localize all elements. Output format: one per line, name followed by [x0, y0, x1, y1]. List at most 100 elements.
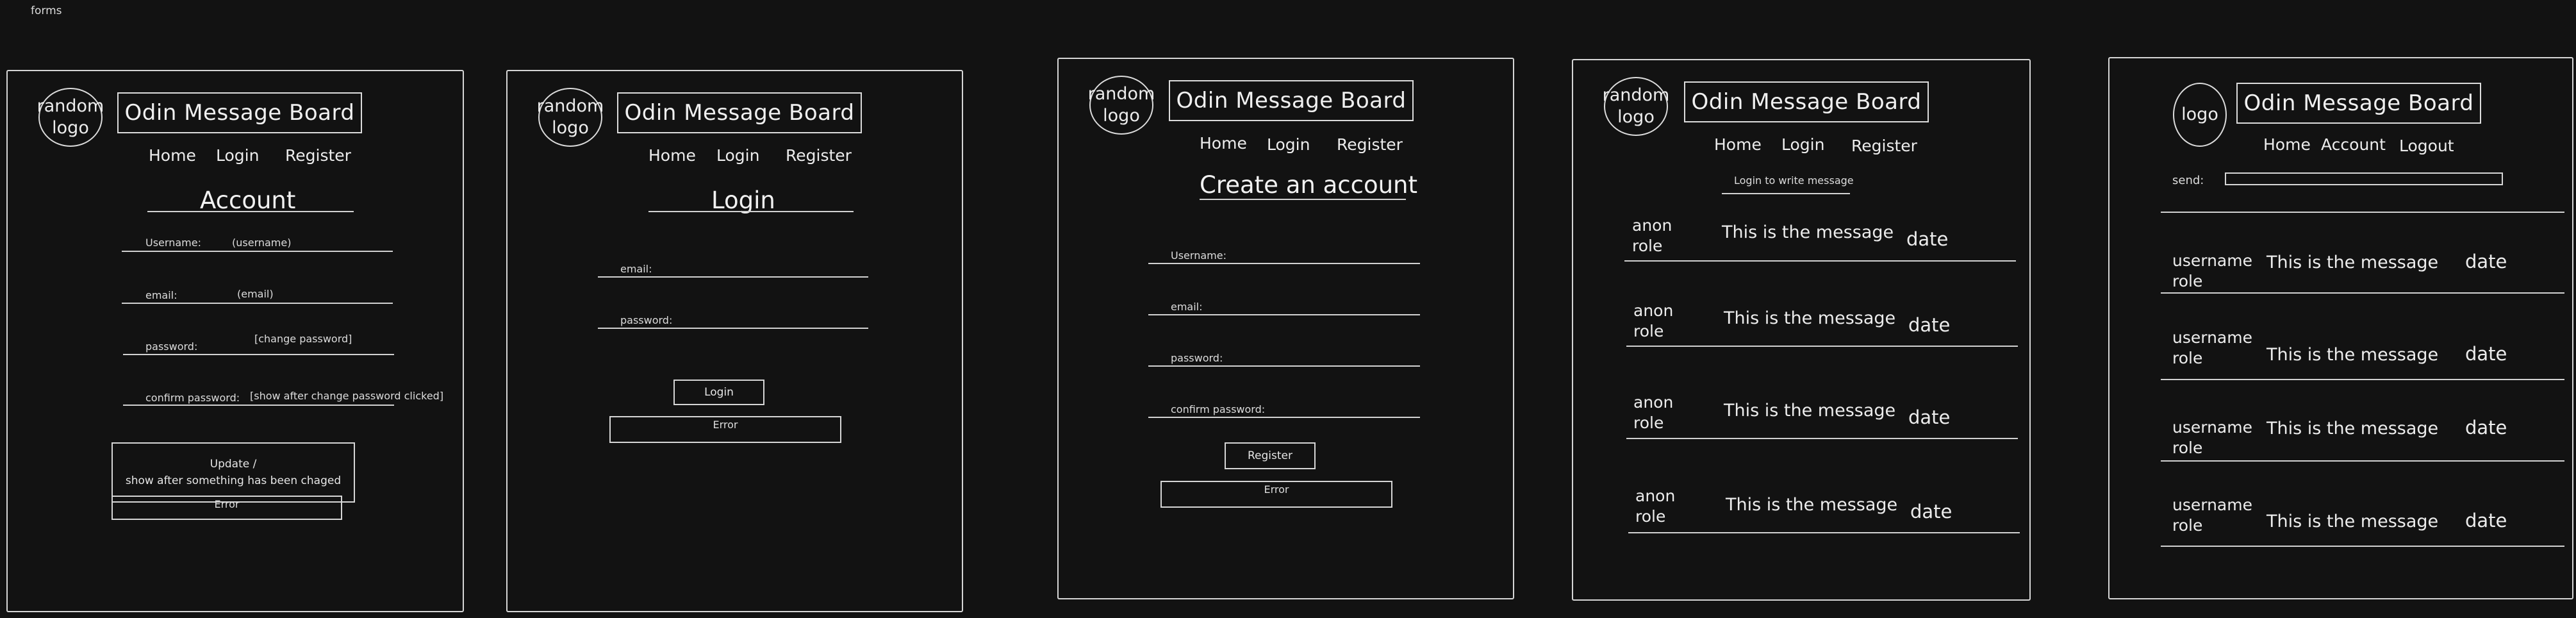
composer-divider	[2161, 212, 2564, 213]
nav-register[interactable]: Register	[285, 146, 351, 165]
login-prompt-underline	[1722, 193, 1850, 194]
change-password-link[interactable]: [change password]	[254, 333, 352, 345]
message-text: This is the message	[1724, 308, 1896, 328]
page-label: forms	[31, 4, 62, 17]
app-title: Odin Message Board	[117, 92, 362, 133]
email-value: (email)	[237, 288, 274, 300]
nav-register[interactable]: Register	[1337, 135, 1403, 154]
confirm-password-label: confirm password:	[145, 392, 240, 404]
username-label: Username:	[1171, 249, 1226, 262]
message-divider	[1624, 260, 2016, 262]
email-label: email:	[145, 289, 178, 301]
password-field[interactable]	[123, 354, 394, 355]
message-text: This is the message	[1722, 222, 1894, 242]
page-heading: Create an account	[1200, 171, 1417, 199]
confirm-password-field[interactable]	[1148, 417, 1420, 418]
username-field[interactable]	[122, 251, 393, 252]
message-divider	[1628, 532, 2020, 533]
message-date: date	[1908, 406, 1951, 428]
board-guest-wireframe: random logo Odin Message Board Home Logi…	[1572, 59, 2031, 601]
message-author: username role	[2172, 328, 2252, 367]
message-date: date	[2465, 251, 2507, 272]
logo[interactable]: random logo	[537, 88, 604, 147]
app-title: Odin Message Board	[2236, 83, 2481, 124]
message-date: date	[1910, 501, 1953, 522]
nav-login[interactable]: Login	[716, 146, 759, 165]
error-box: Error	[111, 496, 342, 520]
password-label: password:	[1171, 352, 1223, 364]
page-heading: Account	[200, 187, 296, 214]
heading-underline	[147, 211, 354, 212]
register-button[interactable]: Register	[1225, 442, 1316, 469]
heading-underline	[648, 211, 854, 212]
nav-home[interactable]: Home	[648, 146, 696, 165]
app-title: Odin Message Board	[1684, 81, 1929, 122]
page-heading: Login	[711, 187, 775, 214]
error-box: Error	[1160, 481, 1392, 508]
password-field[interactable]	[598, 328, 868, 329]
password-field[interactable]	[1148, 365, 1420, 367]
app-title: Odin Message Board	[617, 92, 862, 133]
confirm-password-label: confirm password:	[1171, 403, 1266, 415]
message-author: anon role	[1633, 393, 1674, 432]
password-label: password:	[620, 314, 673, 326]
message-divider	[2161, 379, 2564, 380]
nav-logout[interactable]: Logout	[2399, 137, 2454, 155]
username-label: Username:	[145, 237, 201, 249]
nav-login[interactable]: Login	[1781, 135, 1824, 154]
message-divider	[1626, 346, 2018, 347]
message-date: date	[2465, 343, 2507, 365]
logo[interactable]: logo	[2173, 83, 2227, 147]
nav-login[interactable]: Login	[216, 146, 259, 165]
email-field[interactable]	[1148, 314, 1420, 315]
password-label: password:	[145, 340, 198, 353]
message-divider	[2161, 546, 2564, 547]
nav-home[interactable]: Home	[1714, 135, 1762, 154]
register-wireframe: random logo Odin Message Board Home Logi…	[1057, 58, 1514, 599]
message-text: This is the message	[2266, 512, 2439, 531]
account-wireframe: random logo Odin Message Board Home Logi…	[6, 70, 464, 612]
message-input[interactable]	[2225, 172, 2503, 185]
nav-register[interactable]: Register	[1851, 137, 1917, 155]
heading-underline	[1200, 199, 1406, 200]
message-divider	[1626, 438, 2018, 439]
logo[interactable]: random logo	[37, 88, 104, 147]
nav-home[interactable]: Home	[149, 146, 196, 165]
nav-home[interactable]: Home	[1200, 134, 1247, 153]
message-date: date	[2465, 417, 2507, 438]
error-box: Error	[609, 416, 841, 443]
message-text: This is the message	[1724, 401, 1896, 421]
username-field[interactable]	[1148, 263, 1420, 264]
message-divider	[2161, 292, 2564, 294]
email-field[interactable]	[122, 303, 393, 304]
username-value: (username)	[232, 237, 292, 249]
email-label: email:	[1171, 301, 1203, 313]
message-author: anon role	[1635, 487, 1676, 526]
update-button[interactable]: Update / show after something has been c…	[111, 442, 355, 503]
confirm-password-note: [show after change password clicked]	[250, 390, 444, 402]
logo[interactable]: random logo	[1603, 77, 1669, 136]
message-text: This is the message	[2266, 253, 2439, 272]
logo[interactable]: random logo	[1088, 76, 1155, 135]
message-date: date	[1906, 228, 1949, 250]
message-text: This is the message	[2266, 345, 2439, 365]
message-divider	[2161, 460, 2564, 462]
message-date: date	[2465, 510, 2507, 531]
nav-home[interactable]: Home	[2263, 135, 2311, 154]
message-author: username role	[2172, 496, 2252, 535]
login-button[interactable]: Login	[673, 380, 764, 405]
confirm-password-field[interactable]	[123, 405, 394, 406]
message-author: username role	[2172, 251, 2252, 290]
email-label: email:	[620, 263, 652, 275]
message-author: anon role	[1632, 216, 1672, 255]
email-field[interactable]	[598, 276, 868, 278]
send-label: send:	[2172, 174, 2204, 187]
nav-register[interactable]: Register	[786, 146, 852, 165]
nav-account[interactable]: Account	[2321, 135, 2386, 154]
nav-login[interactable]: Login	[1267, 135, 1310, 154]
message-author: anon role	[1633, 301, 1674, 340]
login-prompt[interactable]: Login to write message	[1734, 174, 1854, 187]
app-title: Odin Message Board	[1169, 80, 1414, 121]
message-text: This is the message	[2266, 419, 2439, 438]
board-member-wireframe: logo Odin Message Board Home Account Log…	[2108, 57, 2573, 599]
